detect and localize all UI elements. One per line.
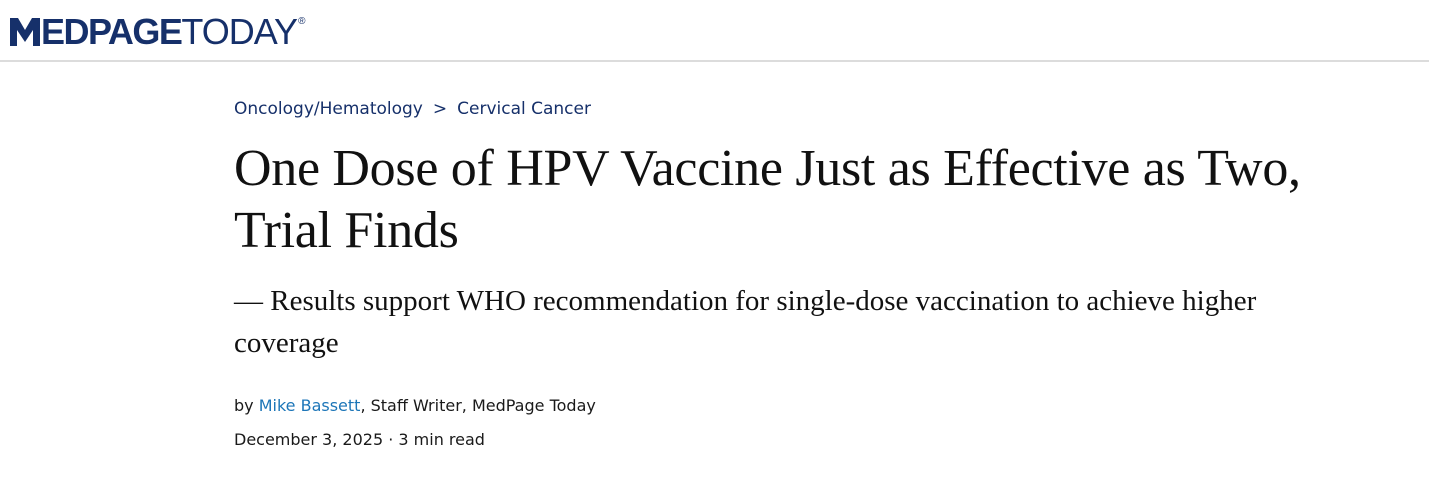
author-link[interactable]: Mike Bassett: [259, 396, 361, 415]
author-role: , Staff Writer, MedPage Today: [360, 396, 596, 415]
article-dek: — Results support WHO recommendation for…: [234, 285, 1257, 359]
site-header: EDPAGE TODAY ®: [0, 0, 1429, 62]
medpage-today-logo[interactable]: EDPAGE TODAY ®: [10, 12, 305, 52]
logo-light-text: TODAY: [181, 11, 298, 52]
breadcrumb-separator: >: [432, 99, 448, 119]
logo-bold-text: EDPAGE: [41, 11, 183, 52]
read-time: 3 min read: [398, 430, 485, 449]
m-logo-icon: [10, 18, 40, 46]
breadcrumb: Oncology/Hematology > Cervical Cancer: [234, 96, 1384, 122]
byline: by Mike Bassett, Staff Writer, MedPage T…: [234, 394, 1384, 418]
dateline: December 3, 2025 · 3 min read: [234, 428, 1384, 452]
article-headline: One Dose of HPV Vaccine Just as Effectiv…: [234, 140, 1301, 259]
registered-mark: ®: [298, 16, 306, 27]
byline-prefix: by: [234, 396, 259, 415]
publish-date: December 3, 2025: [234, 430, 384, 449]
date-separator: ·: [383, 430, 399, 449]
breadcrumb-section-link[interactable]: Oncology/Hematology: [234, 96, 423, 122]
article-header: Oncology/Hematology > Cervical Cancer On…: [234, 96, 1384, 452]
breadcrumb-topic-link[interactable]: Cervical Cancer: [457, 96, 591, 122]
